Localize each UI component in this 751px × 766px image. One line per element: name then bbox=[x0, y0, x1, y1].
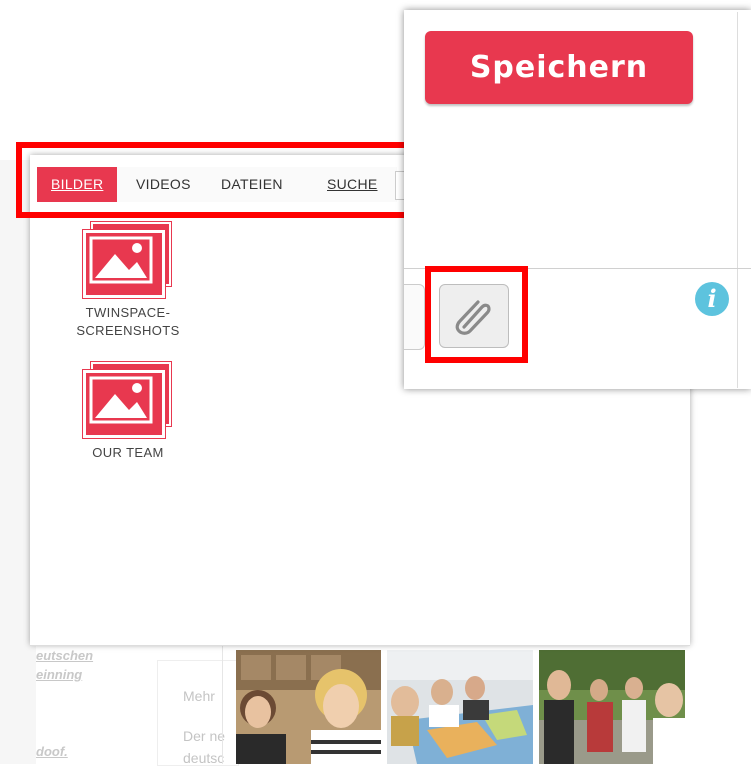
background-link[interactable]: doof. bbox=[36, 744, 68, 759]
folder-label: TWINSPACE- bbox=[85, 305, 171, 320]
background-card-title: Mehr bbox=[183, 688, 215, 704]
folder-label: OUR TEAM bbox=[92, 445, 164, 460]
folder-label: SCREENSHOTS bbox=[76, 323, 180, 338]
image-folder-icon bbox=[83, 361, 173, 438]
info-icon[interactable]: i bbox=[695, 282, 729, 316]
editor-scrollbar[interactable] bbox=[737, 12, 738, 388]
folder-our-team[interactable]: OUR TEAM bbox=[73, 361, 183, 462]
team-photo bbox=[236, 650, 381, 764]
background-divider bbox=[222, 645, 223, 764]
image-folder-icon bbox=[83, 221, 173, 298]
folder-twinspace-screenshots[interactable]: TWINSPACE- SCREENSHOTS bbox=[73, 221, 183, 340]
toolbar-button[interactable] bbox=[404, 284, 425, 350]
background-card-text: Der ne bbox=[183, 728, 226, 744]
schoolyard-photo bbox=[539, 650, 685, 764]
background-link[interactable]: einning bbox=[36, 667, 82, 682]
save-button[interactable]: Speichern bbox=[425, 31, 693, 104]
students-map-photo bbox=[387, 650, 533, 764]
highlight-frame-attach bbox=[425, 266, 528, 363]
background-link[interactable]: eutschen bbox=[36, 648, 93, 663]
picker-bottom-border bbox=[30, 645, 690, 646]
highlight-frame-tabs bbox=[16, 142, 410, 218]
